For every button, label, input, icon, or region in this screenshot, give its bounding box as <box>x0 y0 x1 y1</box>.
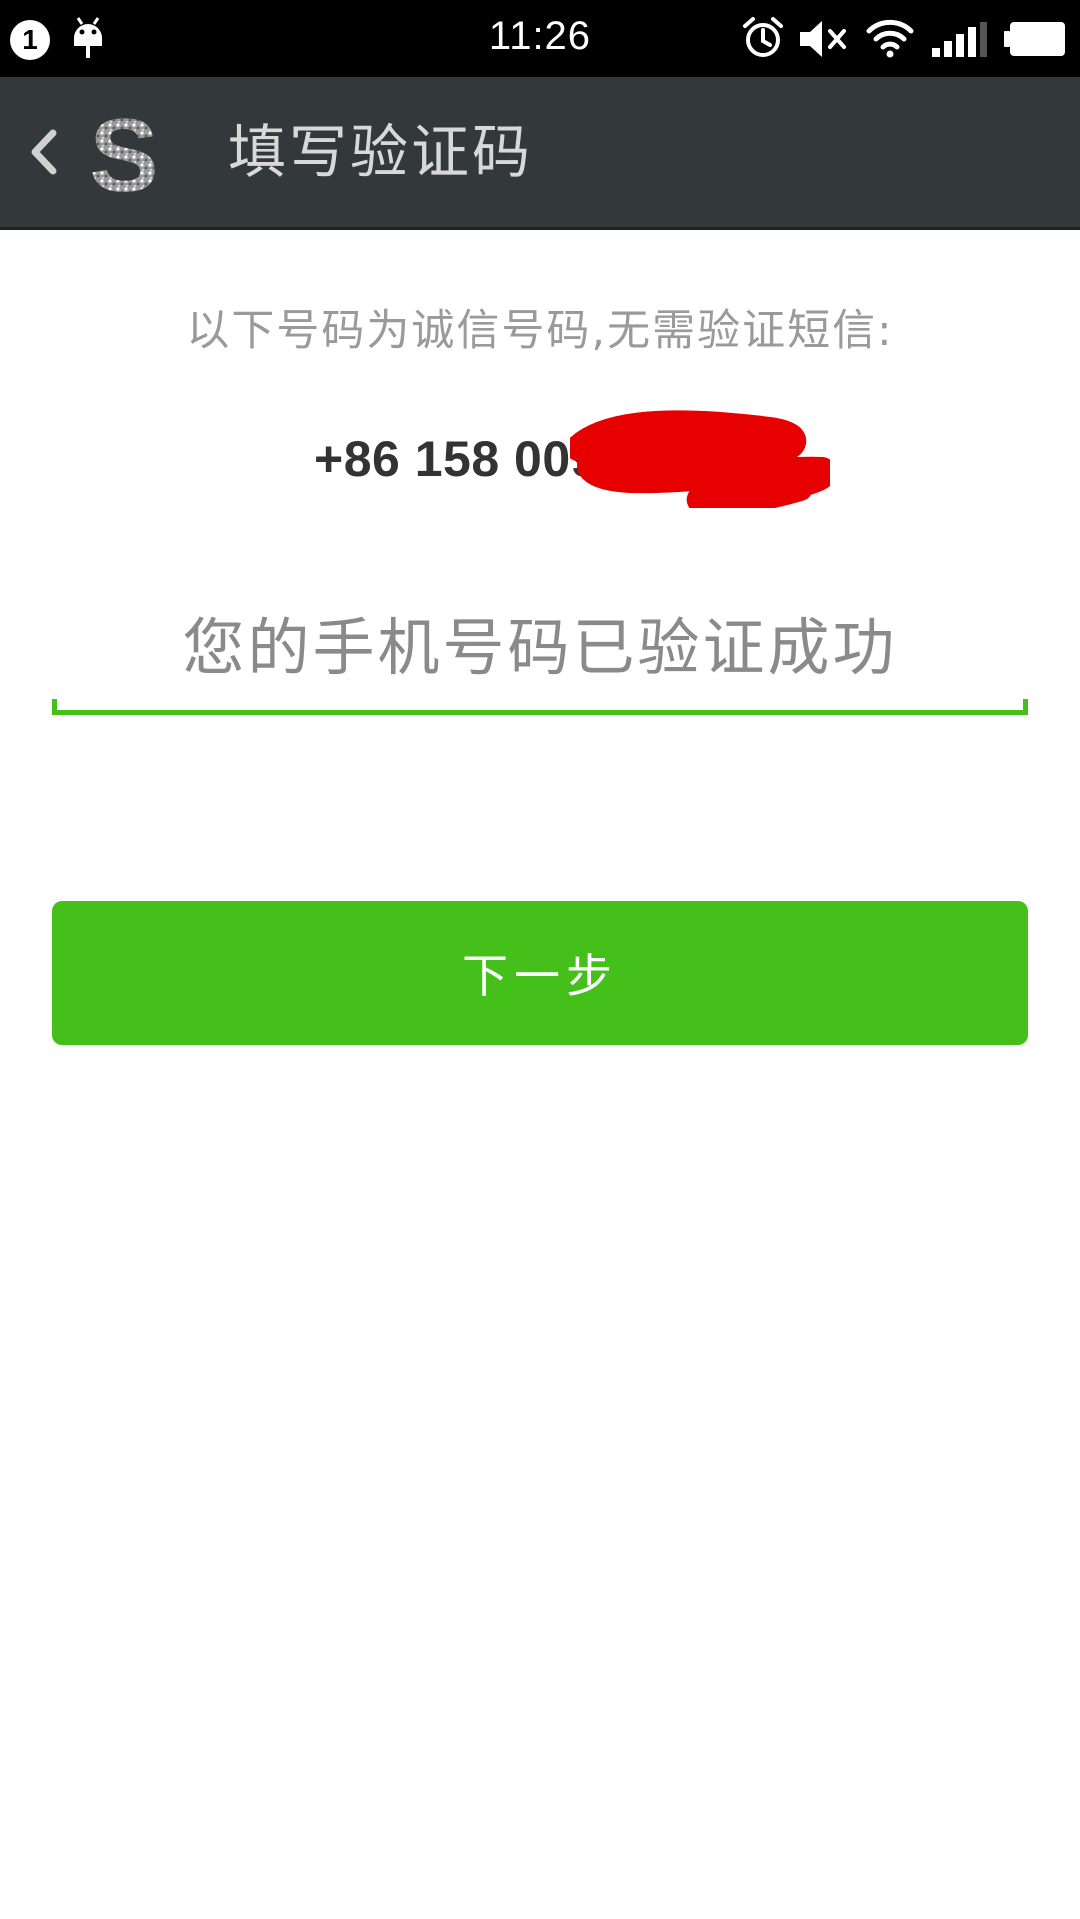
signal-icon <box>930 22 988 62</box>
next-step-button[interactable]: 下一步 <box>52 901 1028 1045</box>
field-underline-tick-left <box>52 699 57 715</box>
page-title: 填写验证码 <box>228 118 534 186</box>
trusted-number-notice: 以下号码为诚信号码,无需验证短信: <box>186 306 894 356</box>
verification-status-text: 您的手机号码已验证成功 <box>182 611 898 684</box>
wifi-icon <box>866 18 914 62</box>
title-bar: S 填写验证码 <box>0 77 1080 230</box>
phone-number: +86 158 009 <box>314 431 599 487</box>
field-underline-tick-right <box>1023 699 1028 715</box>
avatar: S <box>84 98 164 214</box>
field-underline <box>52 710 1028 715</box>
phone-number-row: +86 158 009 <box>314 430 599 490</box>
back-button[interactable]: S <box>14 77 159 227</box>
battery-icon <box>1004 20 1066 62</box>
mute-icon <box>798 18 850 64</box>
status-time: 11:26 <box>488 14 592 58</box>
redaction-scribble <box>565 408 838 516</box>
alarm-icon <box>742 16 784 64</box>
chevron-left-icon <box>28 129 58 179</box>
verification-screen: 1 11:26 S 填写验证码 以下号码为诚信号码,无需验证短信: +86 15… <box>0 0 1080 1919</box>
status-bar: 1 11:26 <box>0 0 1080 77</box>
verification-code-field[interactable]: 您的手机号码已验证成功 <box>52 585 1028 715</box>
svg-text:S: S <box>89 107 158 199</box>
